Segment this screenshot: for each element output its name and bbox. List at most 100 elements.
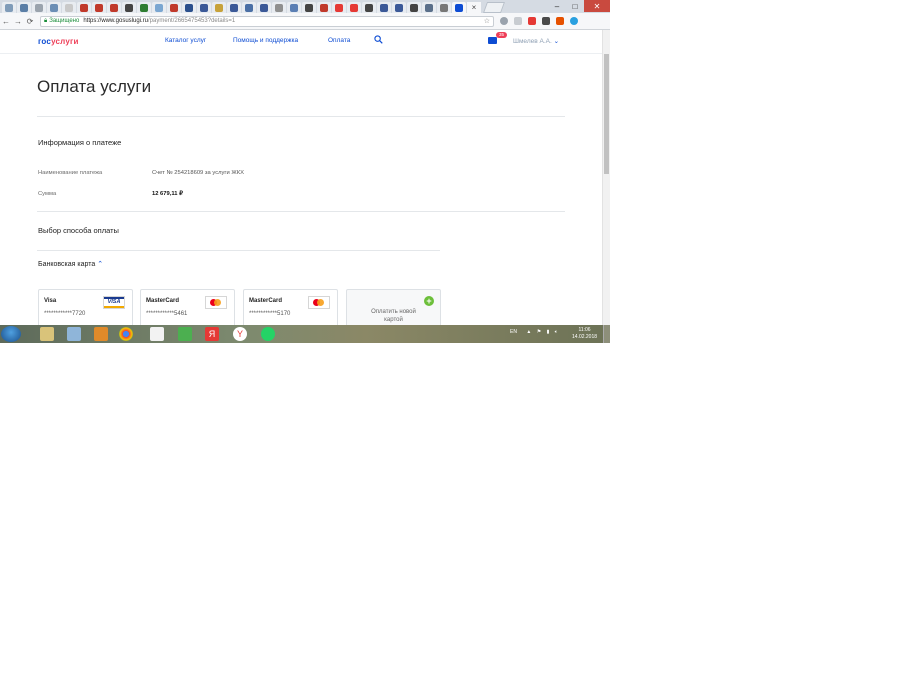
browser-tab[interactable] xyxy=(302,2,316,13)
new-card-label: Оплатить новой картой xyxy=(371,309,416,323)
media-player-taskbar-icon[interactable] xyxy=(94,327,108,341)
browser-tab[interactable] xyxy=(242,2,256,13)
lock-icon: 🔒︎ xyxy=(44,17,48,24)
browser-tab[interactable] xyxy=(227,2,241,13)
tab-close-button[interactable]: × xyxy=(467,2,481,13)
network-flag-icon[interactable]: ⚑ xyxy=(537,329,541,335)
browser-tab[interactable] xyxy=(347,2,361,13)
torrent-taskbar-icon[interactable] xyxy=(178,327,192,341)
minimize-button[interactable]: – xyxy=(548,0,566,12)
saved-card-mastercard[interactable]: MasterCard ************5170 xyxy=(243,289,338,325)
browser-tab[interactable] xyxy=(182,2,196,13)
yandex-browser-taskbar-icon[interactable]: Y xyxy=(233,327,247,341)
mastercard-logo-icon xyxy=(308,296,330,309)
user-menu[interactable]: Шмелев А.А. ⌄ xyxy=(513,37,559,45)
extension-icon[interactable] xyxy=(556,17,564,25)
clock-time: 11:06 xyxy=(578,327,591,333)
extension-icon[interactable] xyxy=(528,17,536,25)
favicon-icon xyxy=(305,3,313,12)
favicon-icon xyxy=(155,3,163,12)
payment-method-heading: Выбор способа оплаты xyxy=(38,226,119,235)
browser-tab[interactable] xyxy=(422,2,436,13)
browser-tab[interactable] xyxy=(362,2,376,13)
favicon-icon xyxy=(65,3,73,12)
reload-icon[interactable]: ⟳ xyxy=(24,17,36,26)
search-icon[interactable] xyxy=(374,35,383,44)
mail-icon[interactable] xyxy=(488,37,497,44)
yandex-taskbar-icon[interactable]: Я xyxy=(205,327,219,341)
system-clock[interactable]: 11:06 14.02.2018 xyxy=(572,327,597,341)
browser-tab[interactable] xyxy=(122,2,136,13)
nav-catalog-link[interactable]: Каталог услуг xyxy=(165,37,206,44)
browser-tab[interactable] xyxy=(47,2,61,13)
browser-tab[interactable] xyxy=(152,2,166,13)
bank-card-section-toggle[interactable]: Банковская карта ⌃ xyxy=(38,260,103,268)
favicon-icon xyxy=(35,3,43,12)
document-taskbar-icon[interactable] xyxy=(150,327,164,341)
back-arrow-icon[interactable]: ← xyxy=(0,17,12,26)
show-desktop-button[interactable] xyxy=(603,325,610,343)
nav-payment-link[interactable]: Оплата xyxy=(328,37,350,44)
maximize-button[interactable]: □ xyxy=(566,0,584,12)
browser-tab-active[interactable] xyxy=(452,2,466,13)
browser-tab[interactable] xyxy=(137,2,151,13)
start-button[interactable] xyxy=(1,326,21,342)
whatsapp-taskbar-icon[interactable] xyxy=(261,327,275,341)
browser-tab[interactable] xyxy=(77,2,91,13)
browser-tab[interactable] xyxy=(212,2,226,13)
extension-icon[interactable] xyxy=(500,17,508,25)
site-header: госуслуги Каталог услуг Помощь и поддерж… xyxy=(0,30,602,54)
browser-tab[interactable] xyxy=(62,2,76,13)
browser-tab[interactable] xyxy=(317,2,331,13)
saved-card-visa[interactable]: Visa ************7720 VISA xyxy=(38,289,133,325)
saved-card-mastercard[interactable]: MasterCard ************5461 xyxy=(140,289,235,325)
favicon-icon xyxy=(230,3,238,12)
chrome-taskbar-icon[interactable] xyxy=(119,327,133,341)
browser-tab[interactable] xyxy=(32,2,46,13)
new-tab-button[interactable] xyxy=(482,2,506,13)
favicon-icon xyxy=(275,3,283,12)
bookmark-star-icon[interactable]: ☆ xyxy=(484,17,490,25)
explorer-taskbar-icon[interactable] xyxy=(40,327,54,341)
favicon-icon xyxy=(395,3,403,12)
extension-icon[interactable] xyxy=(514,17,522,25)
browser-tab[interactable] xyxy=(2,2,16,13)
add-plus-icon: + xyxy=(424,296,434,306)
favicon-icon xyxy=(335,3,343,12)
browser-tab[interactable] xyxy=(167,2,181,13)
favicon-icon xyxy=(215,3,223,12)
gosuslugi-logo[interactable]: госуслуги xyxy=(38,37,79,46)
language-indicator[interactable]: EN xyxy=(510,329,517,335)
browser-tab[interactable] xyxy=(437,2,451,13)
battery-icon[interactable]: ▮ xyxy=(547,329,550,335)
browser-tab[interactable] xyxy=(17,2,31,13)
app-taskbar-icon[interactable] xyxy=(67,327,81,341)
field-value-payment-name: Счет № 254218609 за услуги ЖКХ xyxy=(152,170,244,176)
divider xyxy=(37,116,565,117)
browser-tab[interactable] xyxy=(377,2,391,13)
favicon-icon xyxy=(440,3,448,12)
browser-tab[interactable] xyxy=(257,2,271,13)
nav-help-link[interactable]: Помощь и поддержка xyxy=(233,37,298,44)
browser-tab[interactable] xyxy=(107,2,121,13)
browser-tab[interactable] xyxy=(407,2,421,13)
favicon-icon xyxy=(425,3,433,12)
browser-tab[interactable] xyxy=(272,2,286,13)
browser-tab[interactable] xyxy=(287,2,301,13)
favicon-icon xyxy=(5,3,13,12)
tray-arrow-icon[interactable]: ▲ xyxy=(526,329,531,335)
browser-tab[interactable] xyxy=(92,2,106,13)
page-scrollbar[interactable] xyxy=(602,30,610,325)
forward-arrow-icon[interactable]: → xyxy=(12,17,24,26)
close-window-button[interactable]: ✕ xyxy=(584,0,610,12)
pay-new-card-button[interactable]: + Оплатить новой картой xyxy=(346,289,441,325)
extension-icon[interactable] xyxy=(542,17,550,25)
extension-icon[interactable] xyxy=(570,17,578,25)
browser-tab[interactable] xyxy=(332,2,346,13)
browser-tab[interactable] xyxy=(392,2,406,13)
scrollbar-thumb[interactable] xyxy=(604,54,609,174)
browser-tab[interactable] xyxy=(197,2,211,13)
card-brand: MasterCard xyxy=(249,298,283,304)
address-bar[interactable]: 🔒︎ Защищено https://www.gosuslugi.ru/pay… xyxy=(40,15,494,27)
volume-icon[interactable]: 🔈︎ xyxy=(555,329,558,335)
